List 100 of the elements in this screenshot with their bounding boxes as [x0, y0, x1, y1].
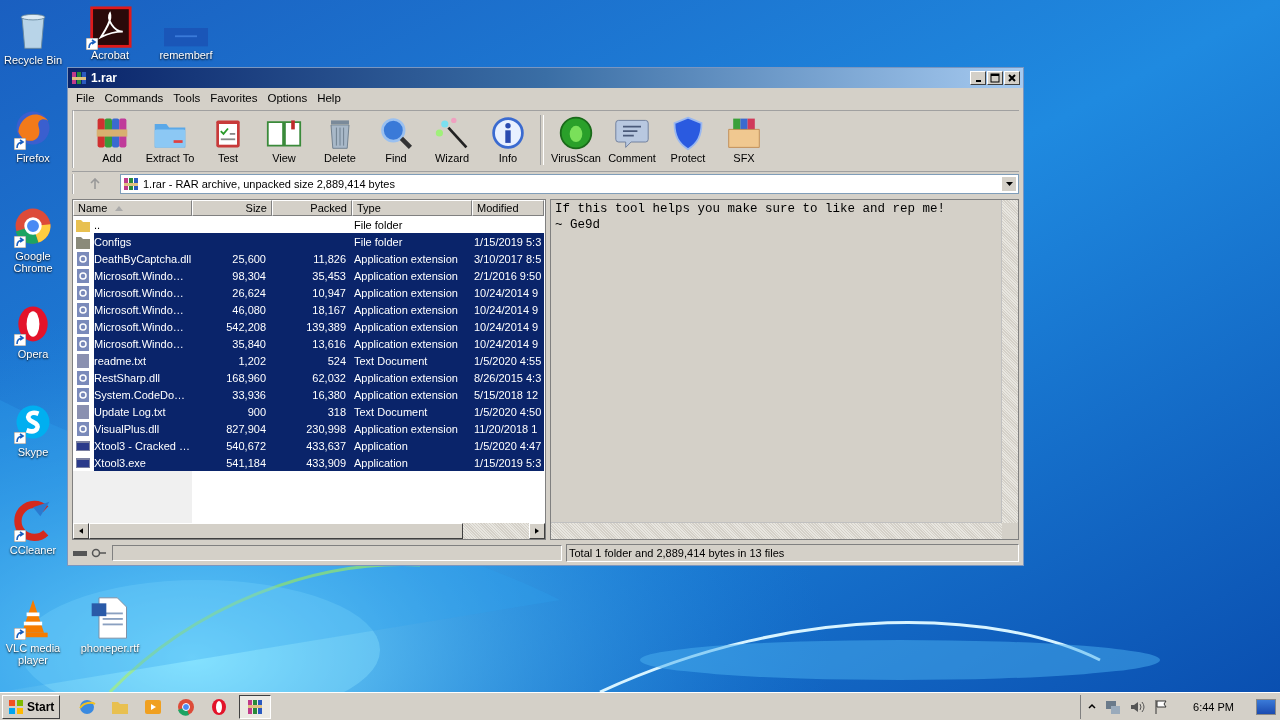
menu-item[interactable]: Help — [312, 92, 346, 104]
toolbar-button[interactable]: Wizard — [424, 115, 480, 164]
drive-key-icon — [72, 547, 108, 559]
toolbar-button[interactable]: Test — [200, 115, 256, 164]
window-title: 1.rar — [91, 71, 118, 85]
table-cell: Application extension — [352, 250, 472, 267]
column-header[interactable]: Packed — [272, 200, 352, 216]
vertical-scrollbar[interactable] — [1001, 200, 1018, 523]
table-cell: 10/24/2014 9 — [472, 284, 544, 301]
table-cell: 5/15/2018 12 — [472, 386, 544, 403]
menu-item[interactable]: Commands — [99, 92, 169, 104]
table-cell: 433,909 — [272, 454, 352, 471]
toolbar-button[interactable]: Find — [368, 115, 424, 164]
address-field[interactable]: 1.rar - RAR archive, unpacked size 2,889,414 bytes — [120, 174, 1019, 194]
table-cell: Application extension — [352, 301, 472, 318]
table-cell: 900 — [192, 403, 272, 420]
toolbar-button[interactable]: Extract To — [140, 115, 200, 164]
table-cell: 139,389 — [272, 318, 352, 335]
table-cell: 10/24/2014 9 — [472, 318, 544, 335]
column-header[interactable]: Modified — [472, 200, 544, 216]
table-cell: 168,960 — [192, 369, 272, 386]
file-name[interactable]: Microsoft.Windo… — [94, 335, 192, 352]
toolbar-button[interactable]: VirusScan — [548, 115, 604, 164]
minimize-button[interactable] — [970, 71, 986, 85]
file-name[interactable]: readme.txt — [94, 352, 192, 369]
info-icon — [490, 115, 526, 151]
column-header[interactable]: Size — [192, 200, 272, 216]
file-name[interactable]: VisualPlus.dll — [94, 420, 192, 437]
table-cell: Application extension — [352, 284, 472, 301]
toolbar-button[interactable]: Comment — [604, 115, 660, 164]
file-name[interactable]: Microsoft.Windo… — [94, 301, 192, 318]
table-cell: Application extension — [352, 386, 472, 403]
table-cell: Application extension — [352, 335, 472, 352]
pdf-logo-icon[interactable] — [88, 6, 132, 50]
text-file-icon — [75, 352, 91, 369]
column-header[interactable]: Type — [352, 200, 472, 216]
books-icon — [123, 176, 139, 192]
table-cell: Application extension — [352, 420, 472, 437]
table-cell: 2/1/2016 9:50 — [472, 267, 544, 284]
table-cell: 827,904 — [192, 420, 272, 437]
file-name[interactable]: Configs — [94, 233, 192, 250]
horizontal-scrollbar[interactable] — [551, 522, 1002, 539]
close-button[interactable] — [1004, 71, 1020, 85]
file-name[interactable]: Microsoft.Windo… — [94, 267, 192, 284]
menu-item[interactable]: File — [71, 92, 100, 104]
table-cell: 18,167 — [272, 301, 352, 318]
flag-icon[interactable] — [1153, 698, 1170, 715]
file-name[interactable]: Microsoft.Windo… — [94, 284, 192, 301]
toolbar-button[interactable]: Add — [84, 115, 140, 164]
menu-item[interactable]: Tools — [168, 92, 206, 104]
close-icon — [1007, 73, 1017, 83]
file-name[interactable]: Xtool3.exe — [94, 454, 192, 471]
table-cell: 1/5/2020 4:47 — [472, 437, 544, 454]
table-cell: 1/5/2020 4:50 — [472, 403, 544, 420]
table-cell: 13,616 — [272, 335, 352, 352]
menu-item[interactable]: Options — [262, 92, 313, 104]
file-name[interactable]: System.CodeDo… — [94, 386, 192, 403]
windows-logo-icon — [8, 698, 24, 715]
desktop-icon-label[interactable]: Recycle Bin — [3, 54, 63, 66]
column-header[interactable]: Name — [73, 200, 192, 216]
table-cell: Application extension — [352, 267, 472, 284]
table-cell: 1/5/2020 4:55 — [472, 352, 544, 369]
books-icon — [71, 70, 87, 86]
desktop-icon-label[interactable]: Acrobat — [91, 50, 129, 61]
table-cell: 16,380 — [272, 386, 352, 403]
text-file-icon — [75, 403, 91, 420]
table-cell: 230,998 — [272, 420, 352, 437]
file-name[interactable]: Xtool3 - Cracked … — [94, 437, 192, 454]
maximize-button[interactable] — [987, 71, 1003, 85]
table-cell: 524 — [272, 352, 352, 369]
table-cell: 3/10/2017 8:5 — [472, 250, 544, 267]
toolbar-button[interactable]: Info — [480, 115, 536, 164]
left-arrow-icon[interactable] — [79, 528, 83, 534]
toolbar-button[interactable]: View — [256, 115, 312, 164]
file-name[interactable]: Update Log.txt — [94, 403, 192, 420]
start-button[interactable]: Start — [2, 694, 61, 719]
desktop-icon-label[interactable]: Opera — [17, 348, 49, 360]
toolbar-button[interactable]: SFX — [716, 115, 772, 164]
magnifier-icon — [378, 115, 414, 151]
books-icon[interactable] — [239, 694, 272, 719]
file-name[interactable]: RestSharp.dll — [94, 369, 192, 386]
table-cell: 8/26/2015 4:3 — [472, 369, 544, 386]
desktop-icon-label[interactable]: rememberf — [159, 50, 213, 61]
desktop-icon-label[interactable]: Google Chrome — [0, 250, 66, 274]
toolbar-button[interactable]: Protect — [660, 115, 716, 164]
table-cell: 540,672 — [192, 437, 272, 454]
table-cell: 26,624 — [192, 284, 272, 301]
up-arrow-icon — [89, 178, 101, 190]
right-arrow-icon[interactable] — [535, 528, 539, 534]
file-name[interactable]: DeathByCaptcha.dll — [94, 250, 192, 267]
network-icon[interactable] — [1105, 698, 1122, 715]
show-desktop-button[interactable] — [1256, 698, 1276, 715]
toolbar-button[interactable]: Delete — [312, 115, 368, 164]
table-cell: 11/20/2018 1 — [472, 420, 544, 437]
horizontal-scrollbar[interactable] — [73, 523, 545, 539]
status-text: Total 1 folder and 2,889,414 bytes in 13 files — [566, 544, 1019, 562]
menu-item[interactable]: Favorites — [205, 92, 263, 104]
desktop-icon-label[interactable]: Firefox — [16, 152, 50, 164]
clock[interactable]: 6:44 PM — [1193, 700, 1234, 713]
file-name[interactable]: Microsoft.Windo… — [94, 318, 192, 335]
